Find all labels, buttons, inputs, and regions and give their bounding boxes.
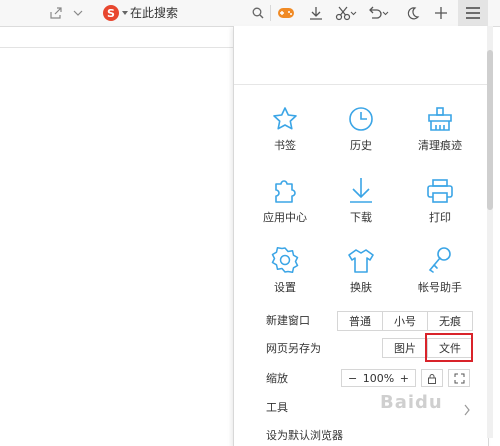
tshirt-icon	[348, 249, 374, 273]
undo-icon[interactable]	[366, 3, 390, 23]
clock-icon	[349, 107, 373, 131]
scissors-icon[interactable]	[334, 3, 358, 23]
page-strip	[0, 27, 233, 48]
hamburger-icon	[466, 7, 480, 19]
chevron-down-icon[interactable]	[70, 3, 86, 23]
menu-item-bookmarks[interactable]: 书签	[250, 98, 320, 153]
browser-toolbar: S 在此搜索	[0, 0, 500, 27]
menu-item-label: 书签	[274, 139, 296, 152]
menu-item-label: 应用中心	[263, 211, 307, 224]
printer-icon	[427, 179, 453, 203]
zoom-value: 100%	[362, 371, 395, 385]
fullscreen-button[interactable]	[448, 369, 470, 387]
menu-item-label: 设置	[274, 281, 296, 294]
zoom-label: 缩放	[266, 372, 288, 385]
menu-item-download[interactable]: 下载	[326, 170, 396, 225]
gear-icon	[271, 246, 299, 274]
menu-item-label: 打印	[429, 211, 451, 224]
menu-item-app-center[interactable]: 应用中心	[250, 170, 320, 225]
search-icon[interactable]	[250, 3, 266, 23]
save-page-label: 网页另存为	[266, 342, 321, 355]
download-icon	[350, 178, 372, 203]
star-icon	[273, 107, 297, 130]
sogou-logo-icon: S	[103, 5, 119, 21]
menu-item-clear-traces[interactable]: 清理痕迹	[405, 98, 475, 153]
menu-item-label: 清理痕迹	[418, 139, 462, 152]
save-as-image-button[interactable]: 图片	[382, 338, 428, 358]
highlight-box	[425, 333, 473, 362]
zoom-out-button[interactable]: −	[348, 372, 357, 385]
set-default-browser-item[interactable]: 设为默认浏览器	[266, 429, 343, 443]
menu-item-skin[interactable]: 换肤	[326, 240, 396, 295]
menu-item-label: 历史	[350, 139, 372, 152]
search-engine-selector[interactable]: S	[103, 4, 129, 22]
night-mode-icon[interactable]	[404, 3, 422, 23]
share-icon[interactable]	[48, 3, 64, 23]
menu-item-settings[interactable]: 设置	[250, 240, 320, 295]
puzzle-icon	[275, 180, 296, 203]
expand-icon	[454, 373, 464, 383]
menu-item-print[interactable]: 打印	[405, 170, 475, 225]
menu-item-label: 下载	[350, 211, 372, 224]
menu-item-history[interactable]: 历史	[326, 98, 396, 153]
key-icon	[428, 247, 451, 273]
menu-item-label: 换肤	[350, 281, 372, 294]
menu-item-label: 帐号助手	[418, 281, 462, 294]
lock-icon	[428, 373, 436, 384]
menu-divider	[234, 84, 488, 85]
main-menu-button[interactable]	[458, 0, 488, 26]
zoom-control: − 100% +	[341, 369, 416, 387]
download-icon[interactable]	[306, 3, 326, 23]
game-icon[interactable]	[276, 3, 296, 23]
broom-icon	[428, 107, 452, 131]
zoom-in-button[interactable]: +	[400, 372, 409, 385]
new-window-small-button[interactable]: 小号	[382, 311, 428, 331]
new-window-incognito-button[interactable]: 无痕	[427, 311, 473, 331]
baidu-watermark: Baidu	[380, 392, 443, 413]
menu-item-account-helper[interactable]: 帐号助手	[405, 240, 475, 295]
zoom-lock-button[interactable]	[421, 369, 443, 387]
new-tab-icon[interactable]	[432, 3, 450, 23]
search-input[interactable]: 在此搜索	[130, 5, 178, 21]
new-window-normal-button[interactable]: 普通	[337, 311, 383, 331]
tools-menu-item[interactable]: 工具	[266, 401, 288, 415]
new-window-label: 新建窗口	[266, 314, 310, 327]
toolbar-divider	[270, 5, 271, 21]
scrollbar-thumb[interactable]	[487, 50, 493, 210]
dropdown-arrow-icon	[122, 11, 128, 15]
chevron-right-icon	[463, 401, 471, 420]
